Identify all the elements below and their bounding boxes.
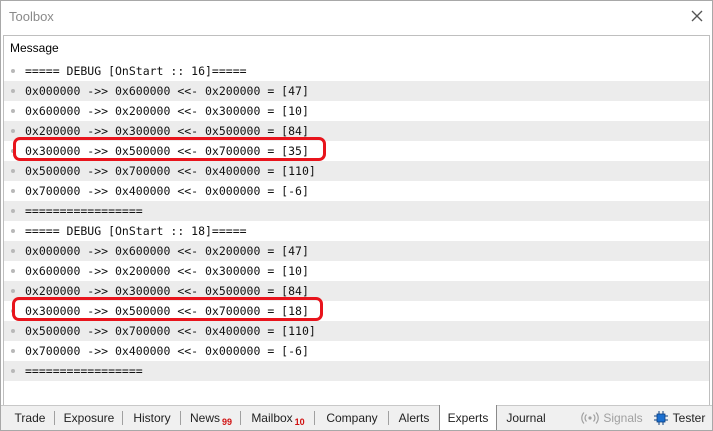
tab-company[interactable]: Company — [315, 406, 389, 430]
log-row[interactable]: 0x700000 ->> 0x400000 <<- 0x000000 = [-6… — [4, 341, 709, 361]
log-message: ===== DEBUG [OnStart :: 18]===== — [25, 224, 247, 238]
experts-log-panel[interactable]: Message ===== DEBUG [OnStart :: 16]=====… — [3, 35, 710, 408]
bullet-icon — [11, 349, 15, 353]
tab-label: Trade — [14, 411, 46, 425]
log-message: 0x000000 ->> 0x600000 <<- 0x200000 = [47… — [25, 84, 309, 98]
log-message: 0x700000 ->> 0x400000 <<- 0x000000 = [-6… — [25, 344, 309, 358]
log-row[interactable]: 0x600000 ->> 0x200000 <<- 0x300000 = [10… — [4, 261, 709, 281]
tab-journal[interactable]: Journal — [495, 406, 557, 430]
chip-icon — [653, 411, 668, 425]
log-row[interactable]: 0x700000 ->> 0x400000 <<- 0x000000 = [-6… — [4, 181, 709, 201]
toolbox-tab-bar: Trade Exposure History News 99 Mailbox 10 … — [1, 405, 712, 430]
log-message: 0x200000 ->> 0x300000 <<- 0x500000 = [84… — [25, 124, 309, 138]
highlight-box-row-1 — [13, 137, 326, 161]
tab-label: History — [133, 411, 171, 425]
tab-mailbox[interactable]: Mailbox 10 — [241, 406, 315, 430]
bullet-icon — [11, 209, 15, 213]
tab-label: Experts — [447, 410, 489, 425]
bullet-icon — [11, 189, 15, 193]
log-row[interactable]: ================= — [4, 201, 709, 221]
tab-label: Company — [326, 411, 378, 425]
tab-alerts[interactable]: Alerts — [389, 406, 439, 430]
bullet-icon — [11, 369, 15, 373]
log-message: ================= — [25, 364, 143, 378]
log-message: 0x600000 ->> 0x200000 <<- 0x300000 = [10… — [25, 264, 309, 278]
log-message: 0x000000 ->> 0x600000 <<- 0x200000 = [47… — [25, 244, 309, 258]
log-row[interactable]: 0x500000 ->> 0x700000 <<- 0x400000 = [11… — [4, 161, 709, 181]
log-row[interactable]: 0x000000 ->> 0x600000 <<- 0x200000 = [47… — [4, 241, 709, 261]
log-list: ===== DEBUG [OnStart :: 16]===== 0x00000… — [4, 61, 709, 381]
tab-signals[interactable]: Signals — [579, 406, 645, 430]
log-row[interactable]: ===== DEBUG [OnStart :: 18]===== — [4, 221, 709, 241]
log-row[interactable]: 0x600000 ->> 0x200000 <<- 0x300000 = [10… — [4, 101, 709, 121]
title-bar: Toolbox — [1, 1, 712, 32]
bullet-icon — [11, 249, 15, 253]
tab-label: Alerts — [398, 411, 430, 425]
bullet-icon — [11, 229, 15, 233]
toolbox-window: Toolbox Message ===== DEBUG [OnStart :: … — [0, 0, 713, 431]
close-icon[interactable] — [687, 6, 707, 26]
tab-history[interactable]: History — [123, 406, 181, 430]
tab-tester[interactable]: Tester — [649, 406, 709, 430]
column-header-message[interactable]: Message — [4, 36, 709, 60]
highlight-box-row-2 — [12, 297, 323, 321]
tab-label: News — [189, 411, 220, 425]
tab-exposure[interactable]: Exposure — [55, 406, 123, 430]
bullet-icon — [11, 289, 15, 293]
tab-label: Mailbox — [251, 411, 293, 425]
news-count-badge: 99 — [222, 417, 233, 427]
bullet-icon — [11, 129, 15, 133]
log-message: 0x500000 ->> 0x700000 <<- 0x400000 = [11… — [25, 164, 316, 178]
log-message: 0x700000 ->> 0x400000 <<- 0x000000 = [-6… — [25, 184, 309, 198]
tab-label: Journal — [506, 411, 546, 425]
tab-trade[interactable]: Trade — [5, 406, 55, 430]
log-row[interactable]: 0x000000 ->> 0x600000 <<- 0x200000 = [47… — [4, 81, 709, 101]
bullet-icon — [11, 69, 15, 73]
tab-label: Signals — [603, 411, 643, 425]
bullet-icon — [11, 109, 15, 113]
window-title: Toolbox — [9, 9, 54, 24]
bullet-icon — [11, 169, 15, 173]
tab-label: Tester — [672, 411, 706, 425]
tab-label: Exposure — [63, 411, 115, 425]
log-row[interactable]: ===== DEBUG [OnStart :: 16]===== — [4, 61, 709, 81]
mailbox-count-badge: 10 — [294, 417, 305, 427]
log-message: 0x600000 ->> 0x200000 <<- 0x300000 = [10… — [25, 104, 309, 118]
log-message: ================= — [25, 204, 143, 218]
tab-news[interactable]: News 99 — [181, 406, 241, 430]
column-header-label: Message — [10, 41, 59, 55]
bullet-icon — [11, 269, 15, 273]
log-message: 0x500000 ->> 0x700000 <<- 0x400000 = [11… — [25, 324, 316, 338]
tab-experts[interactable]: Experts — [439, 405, 497, 430]
bullet-icon — [11, 329, 15, 333]
log-message: 0x200000 ->> 0x300000 <<- 0x500000 = [84… — [25, 284, 309, 298]
log-message: ===== DEBUG [OnStart :: 16]===== — [25, 64, 247, 78]
bullet-icon — [11, 89, 15, 93]
log-row[interactable]: ================= — [4, 361, 709, 381]
signals-icon — [581, 412, 600, 424]
log-row[interactable]: 0x500000 ->> 0x700000 <<- 0x400000 = [11… — [4, 321, 709, 341]
